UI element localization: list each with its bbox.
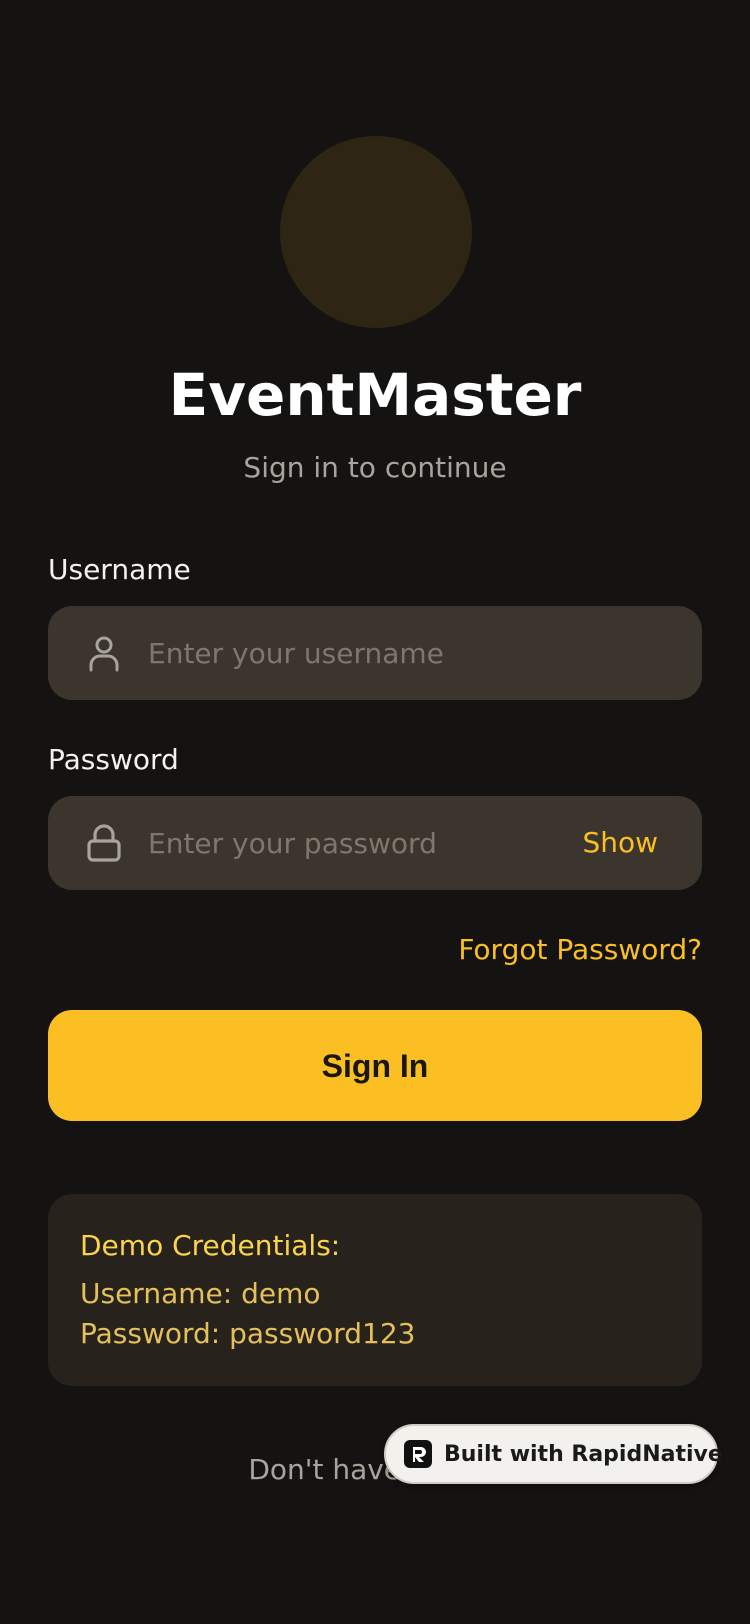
login-screen: EventMaster Sign in to continue Username… <box>0 0 750 1624</box>
demo-credentials-title: Demo Credentials: <box>80 1229 341 1262</box>
forgot-password-link[interactable]: Forgot Password? <box>458 930 702 970</box>
demo-username-line: Username: demo <box>80 1277 321 1310</box>
password-input[interactable] <box>148 796 568 890</box>
password-label: Password <box>48 743 179 776</box>
app-subtitle: Sign in to continue <box>243 451 507 484</box>
built-with-badge[interactable]: Built with RapidNative <box>384 1424 723 1484</box>
show-password-toggle[interactable]: Show <box>582 823 658 863</box>
sign-in-button[interactable]: Sign In <box>48 1010 702 1121</box>
lock-icon <box>86 824 122 862</box>
built-with-badge-label: Built with RapidNative <box>444 1441 723 1467</box>
app-title: EventMaster <box>168 361 582 429</box>
rapidnative-logo-icon <box>404 1440 432 1468</box>
demo-credentials-card: Demo Credentials: Username: demo Passwor… <box>48 1194 702 1386</box>
demo-password-line: Password: password123 <box>80 1317 416 1350</box>
user-icon <box>86 634 122 672</box>
username-label: Username <box>48 553 191 586</box>
username-input[interactable] <box>148 606 568 700</box>
app-logo <box>280 136 472 328</box>
username-field[interactable] <box>48 606 702 700</box>
password-field[interactable]: Show <box>48 796 702 890</box>
